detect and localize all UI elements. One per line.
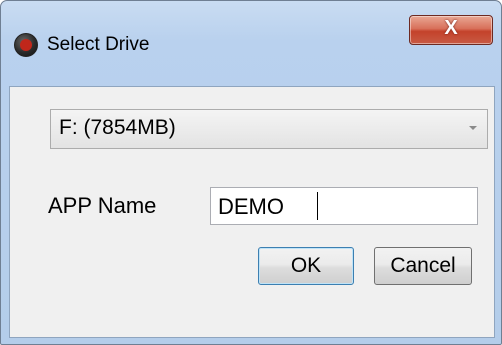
app-name-label: APP Name	[48, 193, 157, 218]
app-name-input[interactable]: DEMO	[210, 187, 478, 225]
text-caret	[317, 192, 318, 220]
window-title: Select Drive	[47, 34, 150, 55]
select-drive-window: Select Drive X F: (7854MB) APP Name DEMO…	[0, 0, 502, 345]
drive-select-value: F: (7854MB)	[59, 116, 176, 139]
chevron-down-icon[interactable]	[469, 126, 477, 130]
title-bar[interactable]: Select Drive X	[1, 1, 501, 57]
dialog-content: F: (7854MB) APP Name DEMO OK Cancel	[9, 86, 495, 338]
app-name-value: DEMO	[218, 194, 284, 219]
cancel-button[interactable]: Cancel	[374, 247, 472, 285]
close-icon: X	[444, 17, 458, 39]
close-button[interactable]: X	[409, 15, 493, 45]
drive-select[interactable]: F: (7854MB)	[50, 109, 488, 149]
ok-button[interactable]: OK	[258, 247, 354, 285]
app-logo-icon	[14, 33, 38, 57]
